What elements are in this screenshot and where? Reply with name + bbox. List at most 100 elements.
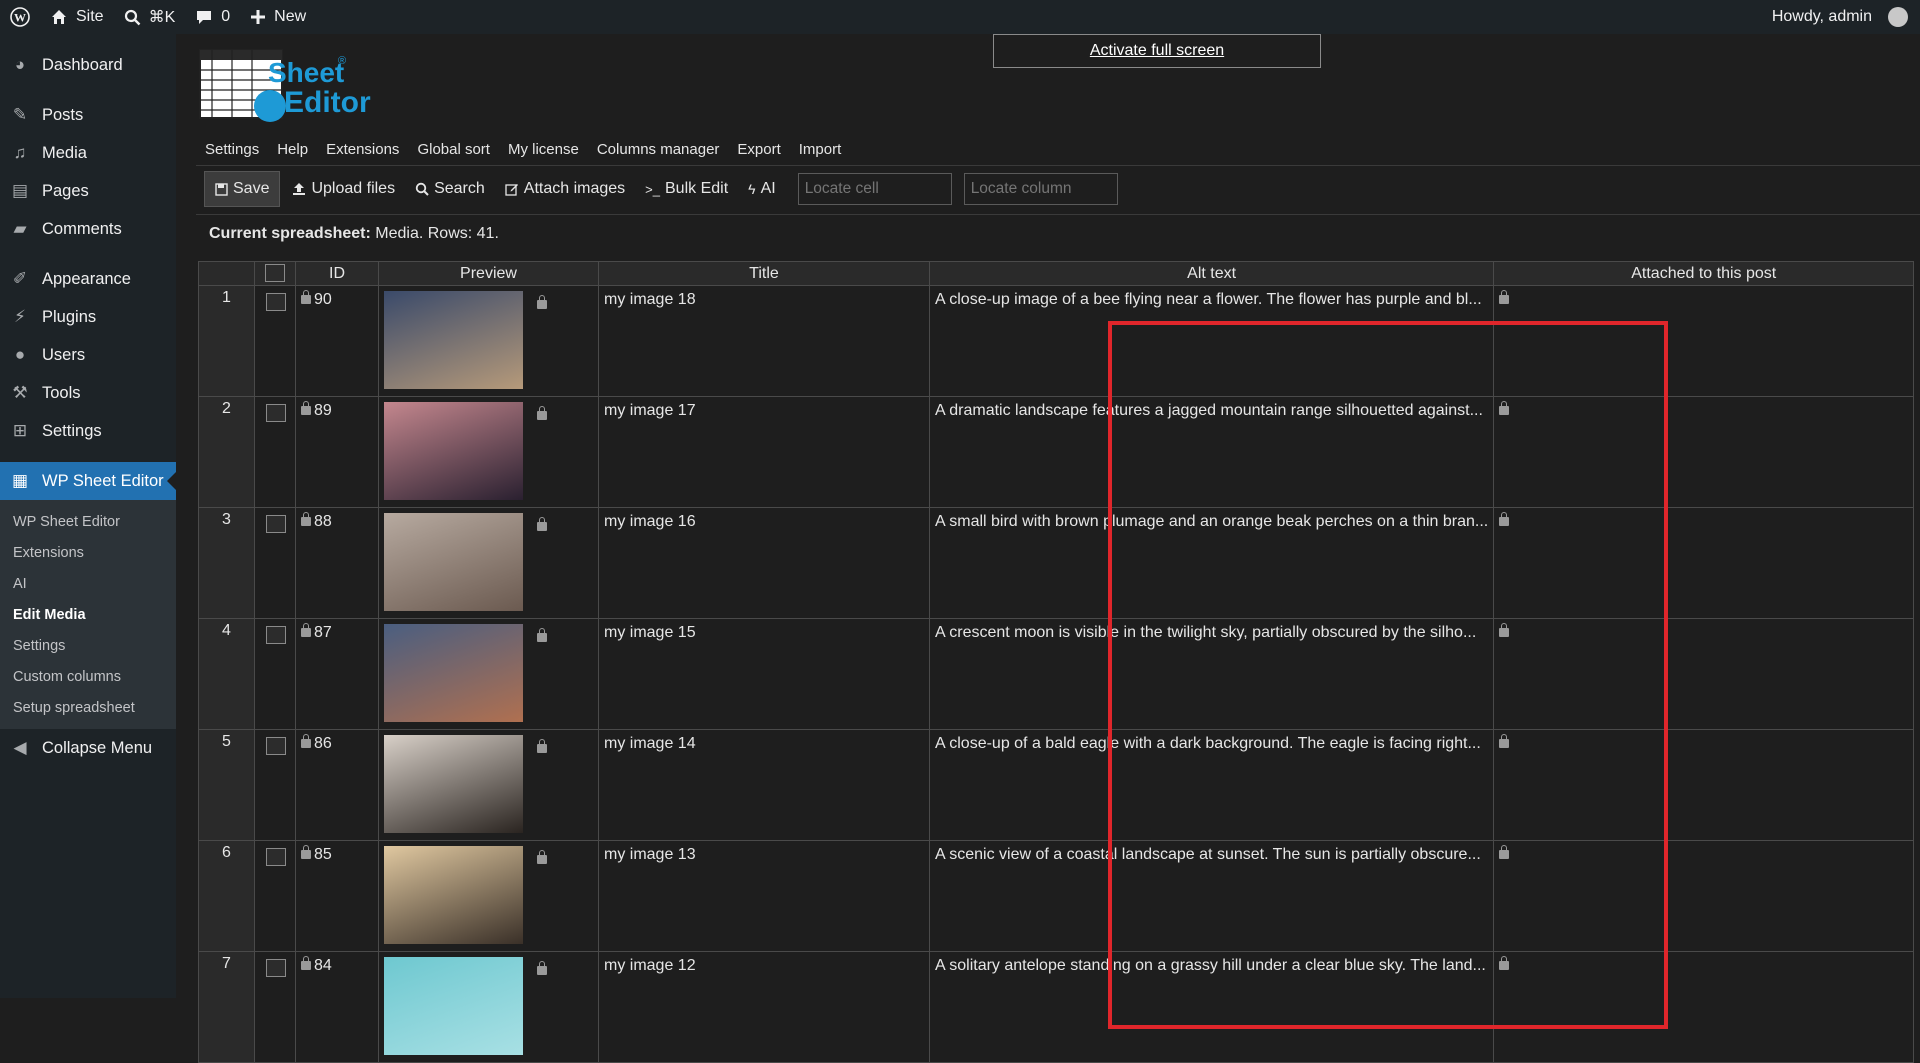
nav-import[interactable]: Import [790,138,851,160]
user-account-menu[interactable]: Howdy, admin [1762,0,1920,34]
nav-extensions[interactable]: Extensions [317,138,408,160]
title-cell[interactable]: my image 18 [598,285,930,397]
menu-comments[interactable]: ▰ Comments [0,210,176,248]
upload-files-button[interactable]: Upload files [282,171,405,207]
alt-text-cell[interactable]: A small bird with brown plumage and an o… [928,507,1495,619]
menu-appearance[interactable]: ✐ Appearance [0,260,176,298]
attach-images-button[interactable]: Attach images [495,171,635,207]
submenu-wp-sheet-editor[interactable]: WP Sheet Editor [0,506,176,537]
row-checkbox[interactable] [266,404,286,422]
new-content-button[interactable]: New [240,0,316,34]
title-cell[interactable]: my image 12 [598,951,930,1063]
row-checkbox[interactable] [266,959,286,977]
title-value: my image 15 [604,624,696,641]
alt-text-cell[interactable]: A dramatic landscape features a jagged m… [928,396,1495,508]
submenu-ai[interactable]: AI [0,568,176,599]
preview-cell[interactable] [378,396,599,508]
nav-global-sort[interactable]: Global sort [408,138,499,160]
menu-pages[interactable]: ▤ Pages [0,172,176,210]
comments-link[interactable]: 0 [185,0,240,34]
submenu-setup-spreadsheet[interactable]: Setup spreadsheet [0,692,176,723]
image-thumbnail[interactable] [384,846,523,944]
nav-settings[interactable]: Settings [196,138,268,160]
menu-media[interactable]: ♫ Media [0,134,176,172]
title-cell[interactable]: my image 15 [598,618,930,730]
row-checkbox[interactable] [266,848,286,866]
image-thumbnail[interactable] [384,291,523,389]
preview-cell[interactable] [378,507,599,619]
ai-button[interactable]: ϟ AI [738,171,786,207]
preview-cell[interactable] [378,729,599,841]
row-checkbox[interactable] [266,737,286,755]
header-title[interactable]: Title [598,261,930,286]
preview-cell[interactable] [378,618,599,730]
attached-post-cell[interactable] [1493,285,1915,397]
wordpress-logo-button[interactable]: W [0,0,40,34]
command-search-button[interactable]: ⌘K [114,0,186,34]
id-cell[interactable]: 89 [295,396,379,508]
title-cell[interactable]: my image 13 [598,840,930,952]
nav-export[interactable]: Export [728,138,789,160]
title-value: my image 13 [604,846,696,863]
nav-columns-manager[interactable]: Columns manager [588,138,729,160]
image-thumbnail[interactable] [384,402,523,500]
locate-column-input[interactable] [963,173,1118,205]
alt-text-cell[interactable]: A close-up of a bald eagle with a dark b… [928,729,1495,841]
attached-post-cell[interactable] [1493,840,1915,952]
submenu-extensions[interactable]: Extensions [0,537,176,568]
preview-cell[interactable] [378,285,599,397]
alt-text-cell[interactable]: A close-up image of a bee flying near a … [928,285,1495,397]
title-cell[interactable]: my image 14 [598,729,930,841]
header-preview[interactable]: Preview [378,261,599,286]
bulk-edit-button[interactable]: >_ Bulk Edit [635,171,738,207]
header-attached-post[interactable]: Attached to this post [1493,261,1915,286]
attached-post-cell[interactable] [1493,951,1915,1063]
attached-post-cell[interactable] [1493,396,1915,508]
attached-post-cell[interactable] [1493,729,1915,841]
search-button[interactable]: Search [405,171,495,207]
save-button[interactable]: Save [204,171,281,207]
admin-sidebar: ◕ Dashboard ✎ Posts ♫ Media ▤ Pages ▰ Co… [0,34,176,998]
nav-my-license[interactable]: My license [499,138,588,160]
activate-full-screen-button[interactable]: Activate full screen [993,34,1321,68]
title-cell[interactable]: my image 17 [598,396,930,508]
row-checkbox[interactable] [266,293,286,311]
submenu-edit-media[interactable]: Edit Media [0,599,176,630]
id-cell[interactable]: 84 [295,951,379,1063]
menu-wp-sheet-editor[interactable]: ▦ WP Sheet Editor [0,462,176,500]
id-cell[interactable]: 85 [295,840,379,952]
submenu-custom-columns[interactable]: Custom columns [0,661,176,692]
select-all-checkbox[interactable] [265,264,285,283]
image-thumbnail[interactable] [384,624,523,722]
menu-dashboard[interactable]: ◕ Dashboard [0,46,176,84]
row-checkbox[interactable] [266,626,286,644]
image-thumbnail[interactable] [384,957,523,1055]
nav-help[interactable]: Help [268,138,317,160]
attached-post-cell[interactable] [1493,507,1915,619]
id-cell[interactable]: 90 [295,285,379,397]
menu-plugins[interactable]: ⚡ Plugins [0,298,176,336]
menu-tools[interactable]: ⚒ Tools [0,374,176,412]
preview-cell[interactable] [378,951,599,1063]
locate-cell-input[interactable] [797,173,952,205]
image-thumbnail[interactable] [384,735,523,833]
menu-posts[interactable]: ✎ Posts [0,96,176,134]
id-cell[interactable]: 86 [295,729,379,841]
header-alt-text[interactable]: Alt text [928,261,1495,286]
id-cell[interactable]: 87 [295,618,379,730]
image-thumbnail[interactable] [384,513,523,611]
attached-post-cell[interactable] [1493,618,1915,730]
alt-text-cell[interactable]: A crescent moon is visible in the twilig… [928,618,1495,730]
alt-text-cell[interactable]: A scenic view of a coastal landscape at … [928,840,1495,952]
title-cell[interactable]: my image 16 [598,507,930,619]
site-link[interactable]: Site [40,0,114,34]
menu-users[interactable]: ● Users [0,336,176,374]
header-id[interactable]: ID [295,261,379,286]
row-checkbox[interactable] [266,515,286,533]
collapse-menu-button[interactable]: ◀ Collapse Menu [0,729,176,767]
submenu-settings[interactable]: Settings [0,630,176,661]
menu-settings[interactable]: ⊞ Settings [0,412,176,450]
preview-cell[interactable] [378,840,599,952]
id-cell[interactable]: 88 [295,507,379,619]
alt-text-cell[interactable]: A solitary antelope standing on a grassy… [928,951,1495,1063]
